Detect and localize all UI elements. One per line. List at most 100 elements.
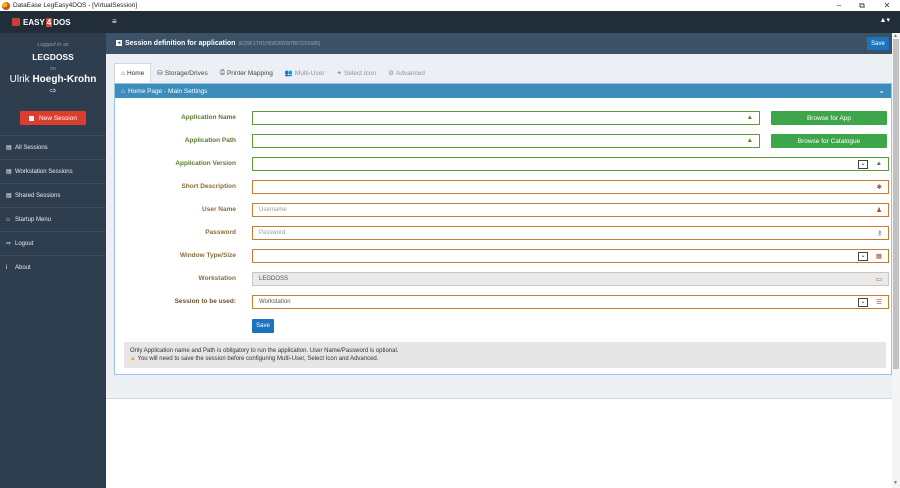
- maximize-icon[interactable]: ⧉: [855, 0, 869, 11]
- page-header: ◂ Session definition for application {ED9F…: [106, 33, 900, 54]
- collapse-chevron-icon[interactable]: ⌄: [878, 86, 885, 95]
- main-content: ⌂ Home ⛁ Storage/Drives ⎙ Printer Mapping 👥…: [106, 54, 900, 398]
- row-application-name: Application Name ▲ Browse for App: [115, 111, 893, 125]
- short-description-input[interactable]: ✱: [252, 180, 889, 194]
- home-icon: ⌂: [121, 87, 125, 95]
- back-arrow-icon[interactable]: ◂: [116, 40, 122, 47]
- warning-icon: ▲: [746, 137, 753, 144]
- sidebar-item-startup-menu[interactable]: ⌂ Startup Menu: [0, 207, 106, 231]
- application-path-input[interactable]: ▲: [252, 134, 760, 148]
- tab-select-icon[interactable]: ✦ Select Icon: [331, 63, 383, 83]
- sidebar-item-label: Workstation Sessions: [15, 168, 73, 175]
- logged-in-label: Logged in as: [37, 42, 69, 48]
- user-name: Ulrik Hoegh-Krohn: [0, 74, 106, 85]
- short-description-label: Short Description: [181, 183, 236, 190]
- settings-panel: ⌂ Home Page - Main Settings ⌄ Applicatio…: [114, 83, 892, 375]
- gears-icon: ⚙: [388, 70, 394, 77]
- password-input[interactable]: Password ⚷: [252, 226, 889, 240]
- tab-bar: ⌂ Home ⛁ Storage/Drives ⎙ Printer Mapping 👥…: [114, 63, 431, 83]
- window-titlebar: DataEase LegEasy4DOS - [VirtualSession] …: [0, 0, 900, 11]
- sidebar-item-shared-sessions[interactable]: ▤ Shared Sessions: [0, 183, 106, 207]
- logo[interactable]: EASY 4 DOS: [0, 11, 106, 33]
- hamburger-menu-icon[interactable]: ≡: [112, 17, 117, 26]
- save-button[interactable]: Save: [252, 319, 274, 333]
- app-icon: [2, 1, 10, 10]
- sidebar-item-label: Startup Menu: [15, 216, 52, 223]
- key-icon: ⚷: [877, 230, 882, 237]
- logo-text-four: 4: [45, 17, 53, 27]
- list-icon: ▤: [6, 193, 12, 199]
- top-navbar: ≡ ▲▾: [106, 11, 900, 33]
- info-notice: Only Application name and Path is obliga…: [124, 342, 886, 368]
- new-session-label: New Session: [39, 114, 77, 122]
- workstation-field: LEGDOSS ▭: [252, 272, 889, 286]
- scrollbar-thumb[interactable]: [893, 39, 899, 369]
- user-block: Logged in as LEGDOSS on Ulrik Hoegh-Kroh…: [0, 33, 106, 95]
- sidebar-item-workstation-sessions[interactable]: ▤ Workstation Sessions: [0, 159, 106, 183]
- browse-catalogue-button[interactable]: Browse for Catalogue: [771, 134, 887, 148]
- user-name-placeholder: Username: [259, 207, 287, 213]
- row-workstation: Workstation LEGDOSS ▭: [115, 272, 893, 286]
- application-version-select[interactable]: ⌄ ▲: [252, 157, 889, 171]
- sidebar-nav: ▤ All Sessions ▤ Workstation Sessions ▤ Sha…: [0, 135, 106, 279]
- notice-line-2-text: You will need to save the session before…: [137, 356, 379, 362]
- minimize-icon[interactable]: –: [832, 0, 846, 11]
- row-short-description: Short Description ✱: [115, 180, 893, 194]
- dropdown-caret-icon[interactable]: ⌄: [858, 160, 868, 169]
- tab-multi-user[interactable]: 👥 Multi-User: [279, 63, 331, 83]
- desktop-icon: ▭: [875, 276, 882, 283]
- home-icon: ⌂: [121, 70, 125, 77]
- list-icon: ▤: [6, 169, 12, 175]
- close-icon[interactable]: ✕: [880, 0, 894, 11]
- logo-text-pre: EASY: [23, 17, 45, 27]
- session-select[interactable]: Workstation ⌄ ☰: [252, 295, 889, 309]
- tab-advanced[interactable]: ⚙ Advanced: [382, 63, 431, 83]
- application-path-label: Application Path: [184, 137, 236, 144]
- logo-text-post: DOS: [53, 17, 71, 27]
- row-application-path: Application Path ▲ Browse for Catalogue: [115, 134, 893, 148]
- user-dropdown-icon[interactable]: ▲▾: [880, 16, 890, 24]
- browse-app-button[interactable]: Browse for App: [771, 111, 887, 125]
- server-icon: ☰: [876, 299, 882, 306]
- tab-storage-drives[interactable]: ⛁ Storage/Drives: [151, 63, 213, 83]
- warning-icon: ▲: [130, 356, 136, 362]
- sidebar-item-label: All Sessions: [15, 144, 48, 151]
- list-icon: ▤: [6, 145, 12, 151]
- tab-home[interactable]: ⌂ Home: [114, 63, 152, 83]
- sidebar-item-label: Shared Sessions: [15, 192, 61, 199]
- plus-square-icon: [29, 115, 35, 121]
- sign-out-icon: ⇨: [6, 241, 12, 247]
- user-last-name: Hoegh-Krohn: [32, 74, 97, 85]
- workstation-value: LEGDOSS: [259, 276, 289, 282]
- new-session-button[interactable]: New Session: [20, 111, 86, 125]
- users-icon: 👥: [284, 70, 293, 77]
- dropdown-caret-icon[interactable]: ⌄: [858, 252, 868, 261]
- sidebar-item-logout[interactable]: ⇨ Logout: [0, 231, 106, 255]
- tab-label: Multi-User: [294, 69, 325, 77]
- warning-icon: ▲: [746, 114, 753, 121]
- sidebar-item-about[interactable]: i About: [0, 255, 106, 279]
- vertical-scrollbar[interactable]: ▲ ▼: [892, 33, 900, 488]
- sidebar-item-all-sessions[interactable]: ▤ All Sessions: [0, 135, 106, 159]
- save-button-header[interactable]: Save: [867, 37, 889, 50]
- dropdown-caret-icon[interactable]: ⌄: [858, 298, 868, 307]
- user-name-input[interactable]: Username ♟: [252, 203, 889, 217]
- sign-out-icon[interactable]: ⇨: [0, 86, 106, 95]
- scroll-down-icon[interactable]: ▼: [893, 480, 898, 486]
- window-type-select[interactable]: ⌄ ▦: [252, 249, 889, 263]
- user-first-name: Ulrik: [9, 74, 33, 85]
- sitemap-icon: ⛁: [157, 70, 163, 77]
- application-name-label: Application Name: [181, 114, 236, 121]
- panel-title: Home Page - Main Settings: [127, 87, 208, 95]
- info-icon: i: [6, 264, 8, 271]
- user-icon: ♟: [876, 207, 882, 214]
- tab-label: Printer Mapping: [226, 69, 273, 77]
- printer-icon: ⎙: [219, 69, 225, 76]
- window-type-label: Window Type/Size: [179, 252, 236, 259]
- session-value: Workstation: [259, 299, 291, 305]
- panel-header: ⌂ Home Page - Main Settings ⌄: [115, 84, 891, 98]
- page-title-text: Session definition for application: [125, 40, 236, 47]
- application-name-input[interactable]: ▲: [252, 111, 760, 125]
- tab-label: Home: [126, 70, 145, 77]
- tab-printer-mapping[interactable]: ⎙ Printer Mapping: [214, 63, 279, 83]
